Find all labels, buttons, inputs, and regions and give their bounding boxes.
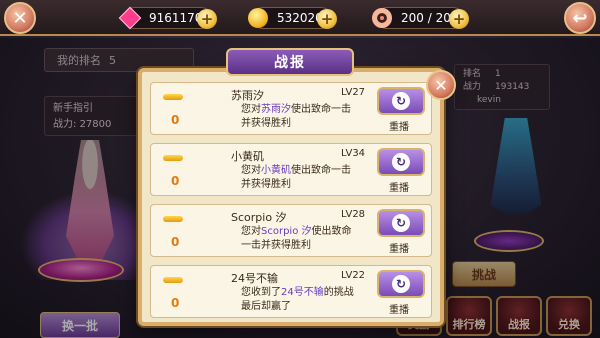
replay-button[interactable]: ↻ <box>377 270 425 298</box>
gem-icon <box>117 5 143 31</box>
opponent-level: LV22 <box>341 270 366 281</box>
add-stamina-button[interactable]: + <box>449 9 469 29</box>
opponent-name: 小黄矶 <box>231 150 264 163</box>
report-message: 您对小黄矶使出致命一击并获得胜利 <box>241 165 351 190</box>
donut-icon <box>369 5 395 31</box>
report-list: 0 苏雨汐 LV27 您对苏雨汐使出致命一击并获得胜利 ↻ 重播 0 小黄矶 L… <box>150 82 432 326</box>
coin-counter: 532020 + <box>248 7 337 29</box>
replay-button[interactable]: ↻ <box>377 148 425 176</box>
back-icon[interactable]: ↩ <box>564 2 596 34</box>
replay-label: 重播 <box>389 183 409 194</box>
opponent-level: LV34 <box>341 148 366 159</box>
opponent-name: Scorpio 汐 <box>231 211 287 224</box>
dialog-title: 战报 <box>226 48 354 76</box>
opponent-name: 苏雨汐 <box>231 89 264 102</box>
report-entry: 0 Scorpio 汐 LV28 您对Scorpio 汐使出致命一击并获得胜利 … <box>150 204 432 257</box>
report-entry: 0 小黄矶 LV34 您对小黄矶使出致命一击并获得胜利 ↻ 重播 <box>150 143 432 196</box>
report-message: 您对苏雨汐使出致命一击并获得胜利 <box>241 104 351 129</box>
score-bar <box>163 277 183 283</box>
replay-button[interactable]: ↻ <box>377 87 425 115</box>
close-icon[interactable]: ✕ <box>426 70 456 100</box>
score-value: 0 <box>171 113 180 127</box>
add-gems-button[interactable]: + <box>197 9 217 29</box>
replay-icon: ↻ <box>392 275 410 293</box>
report-entry: 0 24号不输 LV22 您收到了24号不输的挑战最后却赢了 ↻ 重播 <box>150 265 432 318</box>
replay-label: 重播 <box>389 122 409 133</box>
score-value: 0 <box>171 235 180 249</box>
opponent-level: LV27 <box>341 87 366 98</box>
gem-counter: 9161170 + <box>118 6 217 30</box>
report-entry: 0 苏雨汐 LV27 您对苏雨汐使出致命一击并获得胜利 ↻ 重播 <box>150 82 432 135</box>
replay-label: 重播 <box>389 305 409 316</box>
report-message: 您收到了24号不输的挑战最后却赢了 <box>241 287 354 312</box>
add-coins-button[interactable]: + <box>317 9 337 29</box>
score-bar <box>163 216 183 222</box>
battle-report-dialog: 0 苏雨汐 LV27 您对苏雨汐使出致命一击并获得胜利 ↻ 重播 0 小黄矶 L… <box>138 68 444 326</box>
opponent-level: LV28 <box>341 209 366 220</box>
replay-icon: ↻ <box>392 92 410 110</box>
score-bar <box>163 155 183 161</box>
replay-label: 重播 <box>389 244 409 255</box>
coin-icon <box>245 5 271 31</box>
coin-value: 532020 <box>277 11 323 25</box>
replay-button[interactable]: ↻ <box>377 209 425 237</box>
report-message: 您对Scorpio 汐使出致命一击并获得胜利 <box>241 226 352 251</box>
score-bar <box>163 94 183 100</box>
gem-value: 9161170 <box>149 11 203 25</box>
opponent-name: 24号不输 <box>231 272 278 285</box>
score-value: 0 <box>171 174 180 188</box>
score-value: 0 <box>171 296 180 310</box>
stamina-counter: 200 / 200 + <box>372 7 469 29</box>
top-resource-bar: ✕ 9161170 + 532020 + 200 / 200 + ↩ <box>0 0 600 36</box>
replay-icon: ↻ <box>392 153 410 171</box>
close-icon[interactable]: ✕ <box>4 2 36 34</box>
replay-icon: ↻ <box>392 214 410 232</box>
